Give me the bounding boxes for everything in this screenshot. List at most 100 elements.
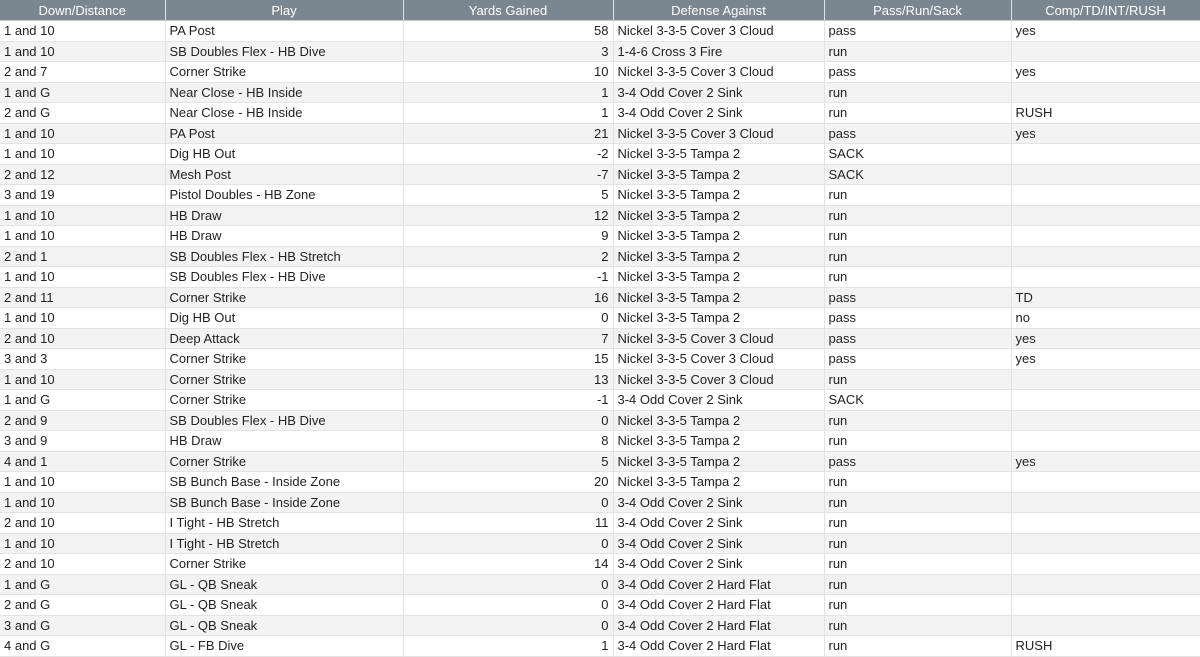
cell-yards-gained[interactable]: 0 xyxy=(403,410,614,431)
cell-play[interactable]: SB Bunch Base - Inside Zone xyxy=(165,492,404,513)
cell-yards-gained[interactable]: 5 xyxy=(403,184,614,206)
cell-down-distance[interactable]: 1 and 10 xyxy=(0,205,166,226)
cell-pass-run-sack[interactable]: pass xyxy=(824,307,1012,329)
cell-result[interactable]: yes xyxy=(1011,61,1200,83)
cell-defense-against[interactable]: 3-4 Odd Cover 2 Sink xyxy=(613,82,825,103)
cell-result[interactable] xyxy=(1011,594,1200,616)
cell-defense-against[interactable]: 3-4 Odd Cover 2 Sink xyxy=(613,389,825,411)
cell-defense-against[interactable]: Nickel 3-3-5 Tampa 2 xyxy=(613,307,825,329)
cell-down-distance[interactable]: 2 and 7 xyxy=(0,61,166,83)
column-header-yards-gained[interactable]: Yards Gained xyxy=(403,0,614,21)
cell-down-distance[interactable]: 2 and 11 xyxy=(0,287,166,308)
cell-result[interactable]: TD xyxy=(1011,287,1200,308)
cell-defense-against[interactable]: 3-4 Odd Cover 2 Hard Flat xyxy=(613,574,825,595)
cell-down-distance[interactable]: 1 and 10 xyxy=(0,123,166,144)
cell-down-distance[interactable]: 1 and 10 xyxy=(0,307,166,329)
cell-defense-against[interactable]: Nickel 3-3-5 Tampa 2 xyxy=(613,266,825,288)
cell-play[interactable]: Dig HB Out xyxy=(165,307,404,329)
cell-play[interactable]: GL - QB Sneak xyxy=(165,615,404,636)
cell-pass-run-sack[interactable]: pass xyxy=(824,20,1012,42)
cell-yards-gained[interactable]: 8 xyxy=(403,430,614,452)
cell-play[interactable]: HB Draw xyxy=(165,225,404,247)
cell-defense-against[interactable]: Nickel 3-3-5 Tampa 2 xyxy=(613,225,825,247)
column-header-down-distance[interactable]: Down/Distance xyxy=(0,0,166,21)
cell-down-distance[interactable]: 3 and G xyxy=(0,615,166,636)
cell-result[interactable] xyxy=(1011,266,1200,288)
cell-pass-run-sack[interactable]: run xyxy=(824,246,1012,267)
cell-pass-run-sack[interactable]: run xyxy=(824,430,1012,452)
cell-play[interactable]: Corner Strike xyxy=(165,369,404,390)
cell-pass-run-sack[interactable]: run xyxy=(824,266,1012,288)
cell-result[interactable]: yes xyxy=(1011,451,1200,472)
cell-yards-gained[interactable]: 2 xyxy=(403,246,614,267)
cell-pass-run-sack[interactable]: run xyxy=(824,594,1012,616)
cell-yards-gained[interactable]: -1 xyxy=(403,266,614,288)
column-header-pass-run-sack[interactable]: Pass/Run/Sack xyxy=(824,0,1012,21)
cell-pass-run-sack[interactable]: run xyxy=(824,553,1012,575)
cell-pass-run-sack[interactable]: pass xyxy=(824,123,1012,144)
cell-play[interactable]: Pistol Doubles - HB Zone xyxy=(165,184,404,206)
cell-result[interactable]: yes xyxy=(1011,348,1200,370)
cell-defense-against[interactable]: 3-4 Odd Cover 2 Sink xyxy=(613,492,825,513)
cell-result[interactable]: no xyxy=(1011,307,1200,329)
cell-down-distance[interactable]: 1 and 10 xyxy=(0,266,166,288)
cell-down-distance[interactable]: 2 and 1 xyxy=(0,246,166,267)
cell-down-distance[interactable]: 1 and 10 xyxy=(0,41,166,62)
cell-defense-against[interactable]: Nickel 3-3-5 Tampa 2 xyxy=(613,430,825,452)
cell-down-distance[interactable]: 1 and 10 xyxy=(0,533,166,554)
cell-yards-gained[interactable]: 12 xyxy=(403,205,614,226)
cell-defense-against[interactable]: Nickel 3-3-5 Tampa 2 xyxy=(613,143,825,165)
cell-yards-gained[interactable]: 5 xyxy=(403,451,614,472)
cell-down-distance[interactable]: 2 and 10 xyxy=(0,512,166,534)
cell-down-distance[interactable]: 3 and 3 xyxy=(0,348,166,370)
cell-down-distance[interactable]: 1 and 10 xyxy=(0,369,166,390)
cell-pass-run-sack[interactable]: pass xyxy=(824,61,1012,83)
cell-defense-against[interactable]: 3-4 Odd Cover 2 Sink xyxy=(613,102,825,124)
cell-result[interactable] xyxy=(1011,615,1200,636)
cell-play[interactable]: Near Close - HB Inside xyxy=(165,82,404,103)
cell-defense-against[interactable]: Nickel 3-3-5 Cover 3 Cloud xyxy=(613,369,825,390)
cell-yards-gained[interactable]: 0 xyxy=(403,574,614,595)
cell-down-distance[interactable]: 1 and G xyxy=(0,389,166,411)
cell-play[interactable]: Corner Strike xyxy=(165,389,404,411)
cell-down-distance[interactable]: 1 and 10 xyxy=(0,225,166,247)
cell-pass-run-sack[interactable]: pass xyxy=(824,348,1012,370)
cell-yards-gained[interactable]: 1 xyxy=(403,82,614,103)
cell-result[interactable] xyxy=(1011,533,1200,554)
cell-down-distance[interactable]: 1 and 10 xyxy=(0,471,166,493)
cell-play[interactable]: HB Draw xyxy=(165,205,404,226)
cell-play[interactable]: Mesh Post xyxy=(165,164,404,185)
cell-play[interactable]: SB Doubles Flex - HB Dive xyxy=(165,266,404,288)
cell-play[interactable]: PA Post xyxy=(165,123,404,144)
cell-pass-run-sack[interactable]: run xyxy=(824,225,1012,247)
cell-pass-run-sack[interactable]: run xyxy=(824,82,1012,103)
cell-yards-gained[interactable]: 0 xyxy=(403,615,614,636)
cell-yards-gained[interactable]: -1 xyxy=(403,389,614,411)
cell-yards-gained[interactable]: -2 xyxy=(403,143,614,165)
cell-defense-against[interactable]: Nickel 3-3-5 Cover 3 Cloud xyxy=(613,328,825,349)
cell-defense-against[interactable]: 3-4 Odd Cover 2 Sink xyxy=(613,553,825,575)
cell-down-distance[interactable]: 2 and G xyxy=(0,594,166,616)
cell-result[interactable] xyxy=(1011,143,1200,165)
cell-defense-against[interactable]: Nickel 3-3-5 Tampa 2 xyxy=(613,246,825,267)
cell-play[interactable]: Corner Strike xyxy=(165,348,404,370)
cell-defense-against[interactable]: Nickel 3-3-5 Tampa 2 xyxy=(613,287,825,308)
cell-result[interactable]: yes xyxy=(1011,20,1200,42)
cell-play[interactable]: Corner Strike xyxy=(165,553,404,575)
cell-down-distance[interactable]: 2 and 12 xyxy=(0,164,166,185)
cell-play[interactable]: Dig HB Out xyxy=(165,143,404,165)
cell-pass-run-sack[interactable]: run xyxy=(824,471,1012,493)
cell-defense-against[interactable]: Nickel 3-3-5 Tampa 2 xyxy=(613,164,825,185)
cell-yards-gained[interactable]: 21 xyxy=(403,123,614,144)
cell-pass-run-sack[interactable]: run xyxy=(824,512,1012,534)
cell-pass-run-sack[interactable]: SACK xyxy=(824,164,1012,185)
cell-defense-against[interactable]: 3-4 Odd Cover 2 Sink xyxy=(613,512,825,534)
cell-result[interactable] xyxy=(1011,369,1200,390)
cell-result[interactable] xyxy=(1011,225,1200,247)
cell-yards-gained[interactable]: 20 xyxy=(403,471,614,493)
column-header-play[interactable]: Play xyxy=(165,0,404,21)
cell-down-distance[interactable]: 3 and 19 xyxy=(0,184,166,206)
cell-pass-run-sack[interactable]: run xyxy=(824,369,1012,390)
cell-down-distance[interactable]: 1 and G xyxy=(0,574,166,595)
cell-play[interactable]: Corner Strike xyxy=(165,61,404,83)
